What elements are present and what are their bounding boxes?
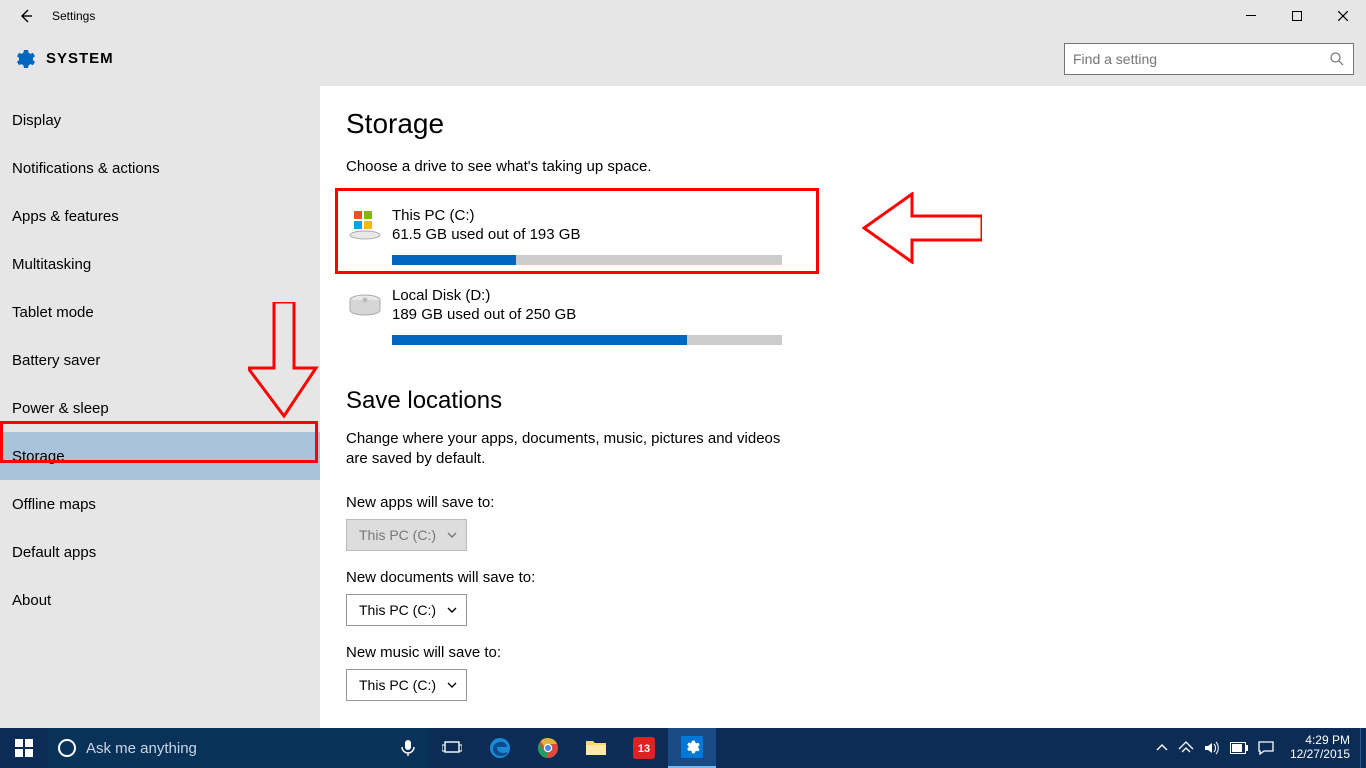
save-location-label: New music will save to:: [346, 644, 1366, 661]
annotation-arrow-down-icon: [248, 302, 320, 420]
task-view-button[interactable]: [428, 728, 476, 768]
page-title: Storage: [346, 108, 1366, 140]
network-icon: [1178, 741, 1194, 755]
save-location-group: New documents will save to: This PC (C:): [346, 569, 1366, 626]
drive-item[interactable]: This PC (C:) 61.5 GB used out of 193 GB: [346, 197, 786, 277]
windows-logo-icon: [15, 739, 33, 757]
clock-date: 12/27/2015: [1290, 748, 1350, 762]
window-titlebar: Settings: [0, 0, 1366, 32]
clock-time: 4:29 PM: [1305, 734, 1350, 748]
save-locations-desc: Change where your apps, documents, music…: [346, 429, 786, 470]
gear-icon: [681, 736, 703, 758]
chevron-down-icon: [446, 604, 458, 616]
taskbar-app-file-explorer[interactable]: [572, 728, 620, 768]
cortana-hint: Ask me anything: [86, 740, 197, 757]
chevron-down-icon: [446, 679, 458, 691]
sidebar-item-notifications-actions[interactable]: Notifications & actions: [0, 144, 320, 192]
sidebar-item-multitasking[interactable]: Multitasking: [0, 240, 320, 288]
save-location-group: New music will save to: This PC (C:): [346, 644, 1366, 701]
save-location-group: New apps will save to: This PC (C:): [346, 494, 1366, 551]
taskbar-app-chrome[interactable]: [524, 728, 572, 768]
sidebar-item-default-apps[interactable]: Default apps: [0, 528, 320, 576]
save-location-label: New documents will save to:: [346, 569, 1366, 586]
taskbar-app-settings[interactable]: [668, 728, 716, 768]
usage-bar: [392, 255, 782, 265]
page-subtitle: Choose a drive to see what's taking up s…: [346, 158, 1366, 175]
news-icon: 13: [633, 737, 655, 759]
minimize-icon: [1246, 11, 1256, 21]
minimize-button[interactable]: [1228, 0, 1274, 32]
settings-search[interactable]: [1064, 43, 1354, 75]
save-location-select[interactable]: This PC (C:): [346, 594, 467, 626]
settings-header: SYSTEM: [0, 32, 1366, 86]
annotation-arrow-left-icon: [862, 192, 982, 264]
save-location-label: New apps will save to:: [346, 494, 1366, 511]
maximize-button[interactable]: [1274, 0, 1320, 32]
taskbar-app-news[interactable]: 13: [620, 728, 668, 768]
maximize-icon: [1292, 11, 1302, 21]
cortana-mic-button[interactable]: [388, 728, 428, 768]
taskbar: Ask me anything 13 4:29 PM 12/27/2015: [0, 728, 1366, 768]
gear-icon: [12, 47, 36, 71]
drive-usage: 189 GB used out of 250 GB: [392, 306, 576, 323]
settings-content: Storage Choose a drive to see what's tak…: [320, 86, 1366, 728]
search-input[interactable]: [1073, 51, 1329, 67]
usage-bar: [392, 335, 782, 345]
volume-icon: [1204, 741, 1220, 755]
drive-name: Local Disk (D:): [392, 287, 576, 304]
chevron-up-icon: [1156, 742, 1168, 754]
battery-icon: [1230, 742, 1248, 754]
cortana-icon: [58, 739, 76, 757]
sidebar-item-offline-maps[interactable]: Offline maps: [0, 480, 320, 528]
save-location-select[interactable]: This PC (C:): [346, 669, 467, 701]
task-view-icon: [442, 740, 462, 756]
search-icon: [1329, 51, 1345, 67]
select-value: This PC (C:): [359, 602, 436, 618]
chevron-down-icon: [446, 529, 458, 541]
save-location-select: This PC (C:): [346, 519, 467, 551]
drive-name: This PC (C:): [392, 207, 580, 224]
folder-icon: [585, 739, 607, 757]
sidebar-item-display[interactable]: Display: [0, 96, 320, 144]
back-button[interactable]: [4, 0, 48, 32]
disk-icon: [346, 287, 384, 325]
taskbar-clock[interactable]: 4:29 PM 12/27/2015: [1280, 728, 1360, 768]
disk-icon: [346, 207, 384, 245]
cortana-search[interactable]: Ask me anything: [48, 728, 388, 768]
chrome-icon: [537, 737, 559, 759]
show-desktop-button[interactable]: [1360, 728, 1366, 768]
taskbar-app-edge[interactable]: [476, 728, 524, 768]
system-tray[interactable]: [1150, 728, 1280, 768]
save-locations-title: Save locations: [346, 387, 1366, 415]
sidebar-item-apps-features[interactable]: Apps & features: [0, 192, 320, 240]
svg-text:13: 13: [638, 743, 650, 755]
window-title: Settings: [52, 9, 95, 23]
start-button[interactable]: [0, 728, 48, 768]
sidebar-item-storage[interactable]: Storage: [0, 432, 320, 480]
select-value: This PC (C:): [359, 527, 436, 543]
select-value: This PC (C:): [359, 677, 436, 693]
sidebar-item-about[interactable]: About: [0, 576, 320, 624]
close-button[interactable]: [1320, 0, 1366, 32]
drive-item[interactable]: Local Disk (D:) 189 GB used out of 250 GB: [346, 277, 786, 357]
edge-icon: [489, 737, 511, 759]
action-center-icon: [1258, 741, 1274, 755]
microphone-icon: [401, 739, 415, 757]
close-icon: [1338, 11, 1348, 21]
drive-usage: 61.5 GB used out of 193 GB: [392, 226, 580, 243]
arrow-left-icon: [18, 8, 34, 24]
section-title: SYSTEM: [46, 50, 114, 67]
